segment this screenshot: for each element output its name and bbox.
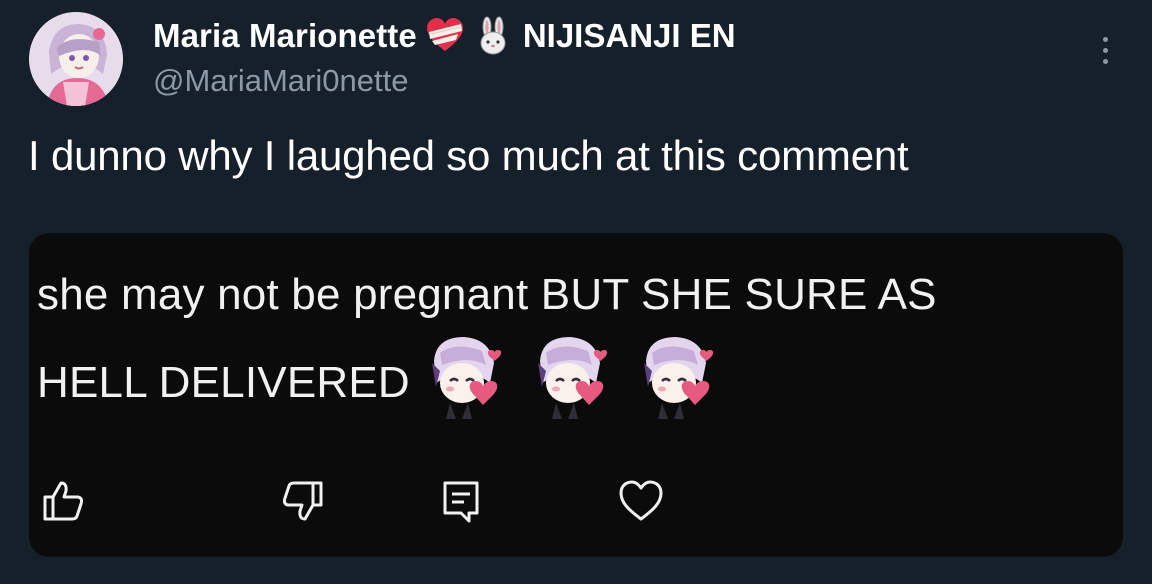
anime-heart-sticker-icon: [628, 331, 728, 423]
author-display-name[interactable]: Maria Marionette: [153, 17, 417, 55]
avatar[interactable]: [29, 12, 123, 106]
reply-icon: [443, 481, 479, 523]
rabbit-icon: [473, 16, 513, 56]
comment-line-2: HELL DELIVERED: [37, 337, 1117, 427]
tweet-text: I dunno why I laughed so much at this co…: [28, 132, 909, 179]
comment-text: she may not be pregnant BUT SHE SURE AS …: [37, 251, 1117, 427]
like-button[interactable]: [35, 473, 91, 529]
author-organization: NIJISANJI EN: [522, 17, 736, 54]
comment-line-1: she may not be pregnant BUT SHE SURE AS: [37, 270, 937, 319]
dislike-button[interactable]: [275, 473, 331, 529]
heart-icon: [619, 480, 663, 521]
author-name-row[interactable]: Maria Marionette NIJISANJI EN: [153, 14, 736, 58]
reply-button[interactable]: [433, 473, 489, 529]
thumbs-up-icon: [43, 481, 84, 521]
author-handle[interactable]: @MariaMari0nette: [153, 63, 408, 99]
dot-icon: [1102, 36, 1108, 42]
more-options-button[interactable]: [1090, 30, 1120, 70]
dot-icon: [1102, 58, 1108, 64]
heart-button[interactable]: [613, 473, 669, 529]
comment-action-bar: [29, 473, 729, 529]
comment-screenshot-card[interactable]: she may not be pregnant BUT SHE SURE AS …: [29, 233, 1123, 557]
dot-icon: [1102, 47, 1108, 53]
tweet-screen: Maria Marionette NIJISANJI EN @MariaMari…: [0, 0, 1152, 584]
anime-heart-sticker-icon: [416, 331, 516, 423]
anime-heart-sticker-icon: [522, 331, 622, 423]
bandaged-heart-icon: [425, 16, 465, 56]
comment-line-2-text: HELL DELIVERED: [37, 358, 410, 407]
thumbs-down-icon: [282, 481, 323, 521]
